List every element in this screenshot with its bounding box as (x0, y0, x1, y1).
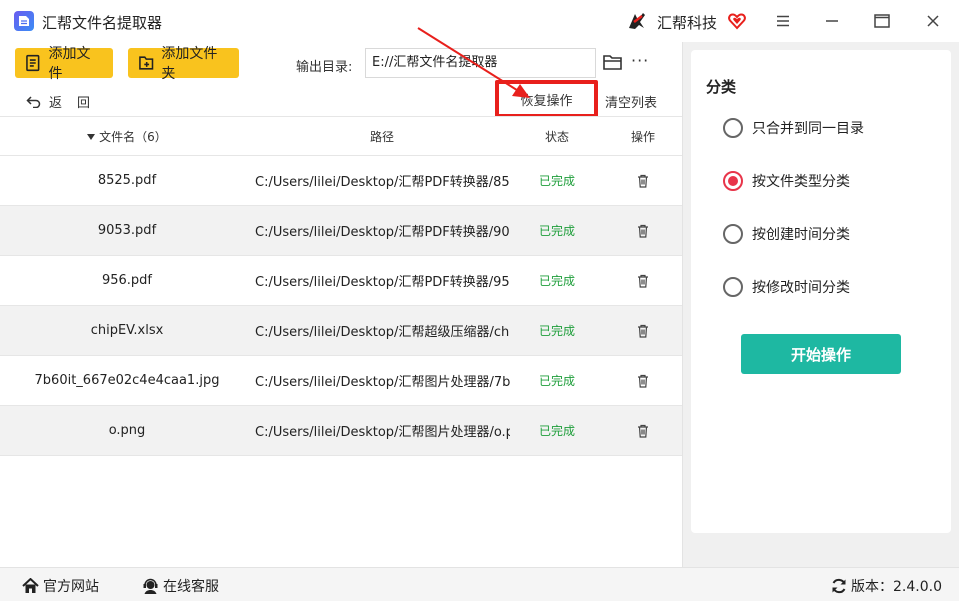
status-column-header: 状态 (544, 129, 569, 144)
delete-button[interactable] (604, 224, 682, 238)
file-path: C:/Users/lilei/Desktop/汇帮PDF转换器/8525.pdf (255, 175, 510, 190)
file-path: C:/Users/lilei/Desktop/汇帮PDF转换器/9053.pdf (255, 225, 510, 240)
add-folder-label: 添加文件夹 (161, 46, 218, 82)
add-file-button[interactable]: 添加文件 (15, 46, 113, 82)
online-service-link[interactable]: 在线客服 (142, 576, 219, 596)
menu-icon[interactable] (772, 10, 794, 32)
delete-button[interactable] (604, 424, 682, 438)
undo-label: 返 (49, 96, 63, 111)
output-dir-input[interactable]: E://汇帮文件名提取器 (365, 48, 596, 78)
option-by-created-time[interactable]: 按创建时间分类 (723, 224, 850, 244)
delete-button[interactable] (604, 324, 682, 338)
customer-service-icon (143, 578, 158, 594)
file-name: 7b60it_667e02c4e4caa1.jpg (34, 373, 220, 388)
redo-button[interactable]: 回 (77, 92, 90, 111)
option-label: 按修改时间分类 (752, 280, 850, 296)
home-icon (22, 578, 39, 593)
trash-icon (638, 174, 648, 188)
name-column-header[interactable]: 文件名（6） (0, 128, 254, 145)
table-row[interactable]: o.png C:/Users/lilei/Desktop/汇帮图片处理器/o.p… (0, 406, 682, 456)
add-file-icon (26, 54, 40, 72)
sort-down-icon (87, 134, 96, 140)
website-label: 官方网站 (43, 579, 99, 595)
table-row[interactable]: 7b60it_667e02c4e4caa1.jpg C:/Users/lilei… (0, 356, 682, 406)
radio-icon (723, 277, 743, 297)
brand-name: 汇帮科技 (657, 14, 718, 32)
file-table: 文件名（6） 路径 状态 操作 8525.pdf C:/Users/lilei/… (0, 116, 682, 456)
table-row[interactable]: 9053.pdf C:/Users/lilei/Desktop/汇帮PDF转换器… (0, 206, 682, 256)
undo-icon (26, 96, 41, 108)
trash-icon (638, 224, 648, 238)
table-header: 文件名（6） 路径 状态 操作 (0, 116, 682, 156)
trash-icon (638, 424, 648, 438)
option-label: 只合并到同一目录 (752, 121, 864, 137)
output-dir-label: 输出目录: (296, 60, 353, 75)
status-badge: 已完成 (538, 324, 575, 338)
status-badge: 已完成 (538, 424, 575, 438)
table-row[interactable]: 8525.pdf C:/Users/lilei/Desktop/汇帮PDF转换器… (0, 156, 682, 206)
add-folder-icon (139, 56, 154, 70)
close-icon[interactable] (922, 10, 944, 32)
radio-icon (723, 224, 743, 244)
status-badge: 已完成 (538, 274, 575, 288)
trash-icon (638, 324, 648, 338)
website-link[interactable]: 官方网站 (22, 576, 99, 596)
option-label: 按文件类型分类 (752, 174, 850, 190)
file-path: C:/Users/lilei/Desktop/汇帮图片处理器/o.png (255, 425, 510, 440)
online-service-label: 在线客服 (163, 579, 219, 595)
file-name: 9053.pdf (97, 223, 157, 238)
start-button[interactable]: 开始操作 (741, 334, 901, 374)
option-label: 按创建时间分类 (752, 227, 850, 243)
app-logo-icon (14, 11, 34, 31)
radio-selected-icon (723, 171, 743, 191)
restore-button[interactable]: 恢复操作 (495, 80, 598, 118)
table-row[interactable]: 956.pdf C:/Users/lilei/Desktop/汇帮PDF转换器/… (0, 256, 682, 306)
trash-icon (638, 374, 648, 388)
add-folder-button[interactable]: 添加文件夹 (128, 46, 239, 82)
name-header-label: 文件名（6） (99, 129, 167, 144)
file-path: C:/Users/lilei/Desktop/汇帮图片处理器/7b60it_66… (255, 375, 510, 390)
operation-column-header: 操作 (630, 129, 655, 144)
more-options-icon[interactable]: ··· (631, 53, 649, 69)
status-badge: 已完成 (538, 224, 575, 238)
brand-logo-icon (629, 13, 645, 29)
file-name: chipEV.xlsx (90, 323, 164, 338)
status-badge: 已完成 (538, 174, 575, 188)
version-info[interactable]: 版本：2.4.0.0 (831, 576, 942, 596)
folder-open-icon[interactable] (603, 54, 623, 71)
file-name: o.png (108, 423, 146, 438)
option-merge-same-dir[interactable]: 只合并到同一目录 (723, 118, 864, 138)
option-by-file-type[interactable]: 按文件类型分类 (723, 171, 850, 191)
refresh-icon (832, 578, 846, 594)
undo-button[interactable]: 返 (26, 92, 62, 111)
status-badge: 已完成 (538, 374, 575, 388)
file-name: 956.pdf (101, 273, 153, 288)
add-file-label: 添加文件 (48, 46, 91, 82)
radio-icon (723, 118, 743, 138)
app-title: 汇帮文件名提取器 (42, 14, 163, 32)
delete-button[interactable] (604, 274, 682, 288)
file-path: C:/Users/lilei/Desktop/汇帮PDF转换器/956.pdf (255, 275, 510, 290)
delete-button[interactable] (604, 174, 682, 188)
table-row[interactable]: chipEV.xlsx C:/Users/lilei/Desktop/汇帮超级压… (0, 306, 682, 356)
file-name: 8525.pdf (97, 173, 157, 188)
path-column-header: 路径 (369, 129, 394, 144)
title-bar: 汇帮文件名提取器 汇帮科技 (0, 0, 959, 42)
classification-title: 分类 (706, 78, 737, 96)
footer: 官方网站 在线客服 版本：2.4.0.0 (0, 567, 959, 601)
option-by-modified-time[interactable]: 按修改时间分类 (723, 277, 850, 297)
minimize-icon[interactable] (821, 10, 843, 32)
file-path: C:/Users/lilei/Desktop/汇帮超级压缩器/chipEV.xl… (255, 325, 510, 340)
trash-icon (638, 274, 648, 288)
heart-icon[interactable] (727, 11, 747, 31)
clear-list-button[interactable]: 清空列表 (605, 92, 657, 111)
version-label: 版本：2.4.0.0 (851, 579, 942, 595)
delete-button[interactable] (604, 374, 682, 388)
maximize-icon[interactable] (871, 10, 893, 32)
